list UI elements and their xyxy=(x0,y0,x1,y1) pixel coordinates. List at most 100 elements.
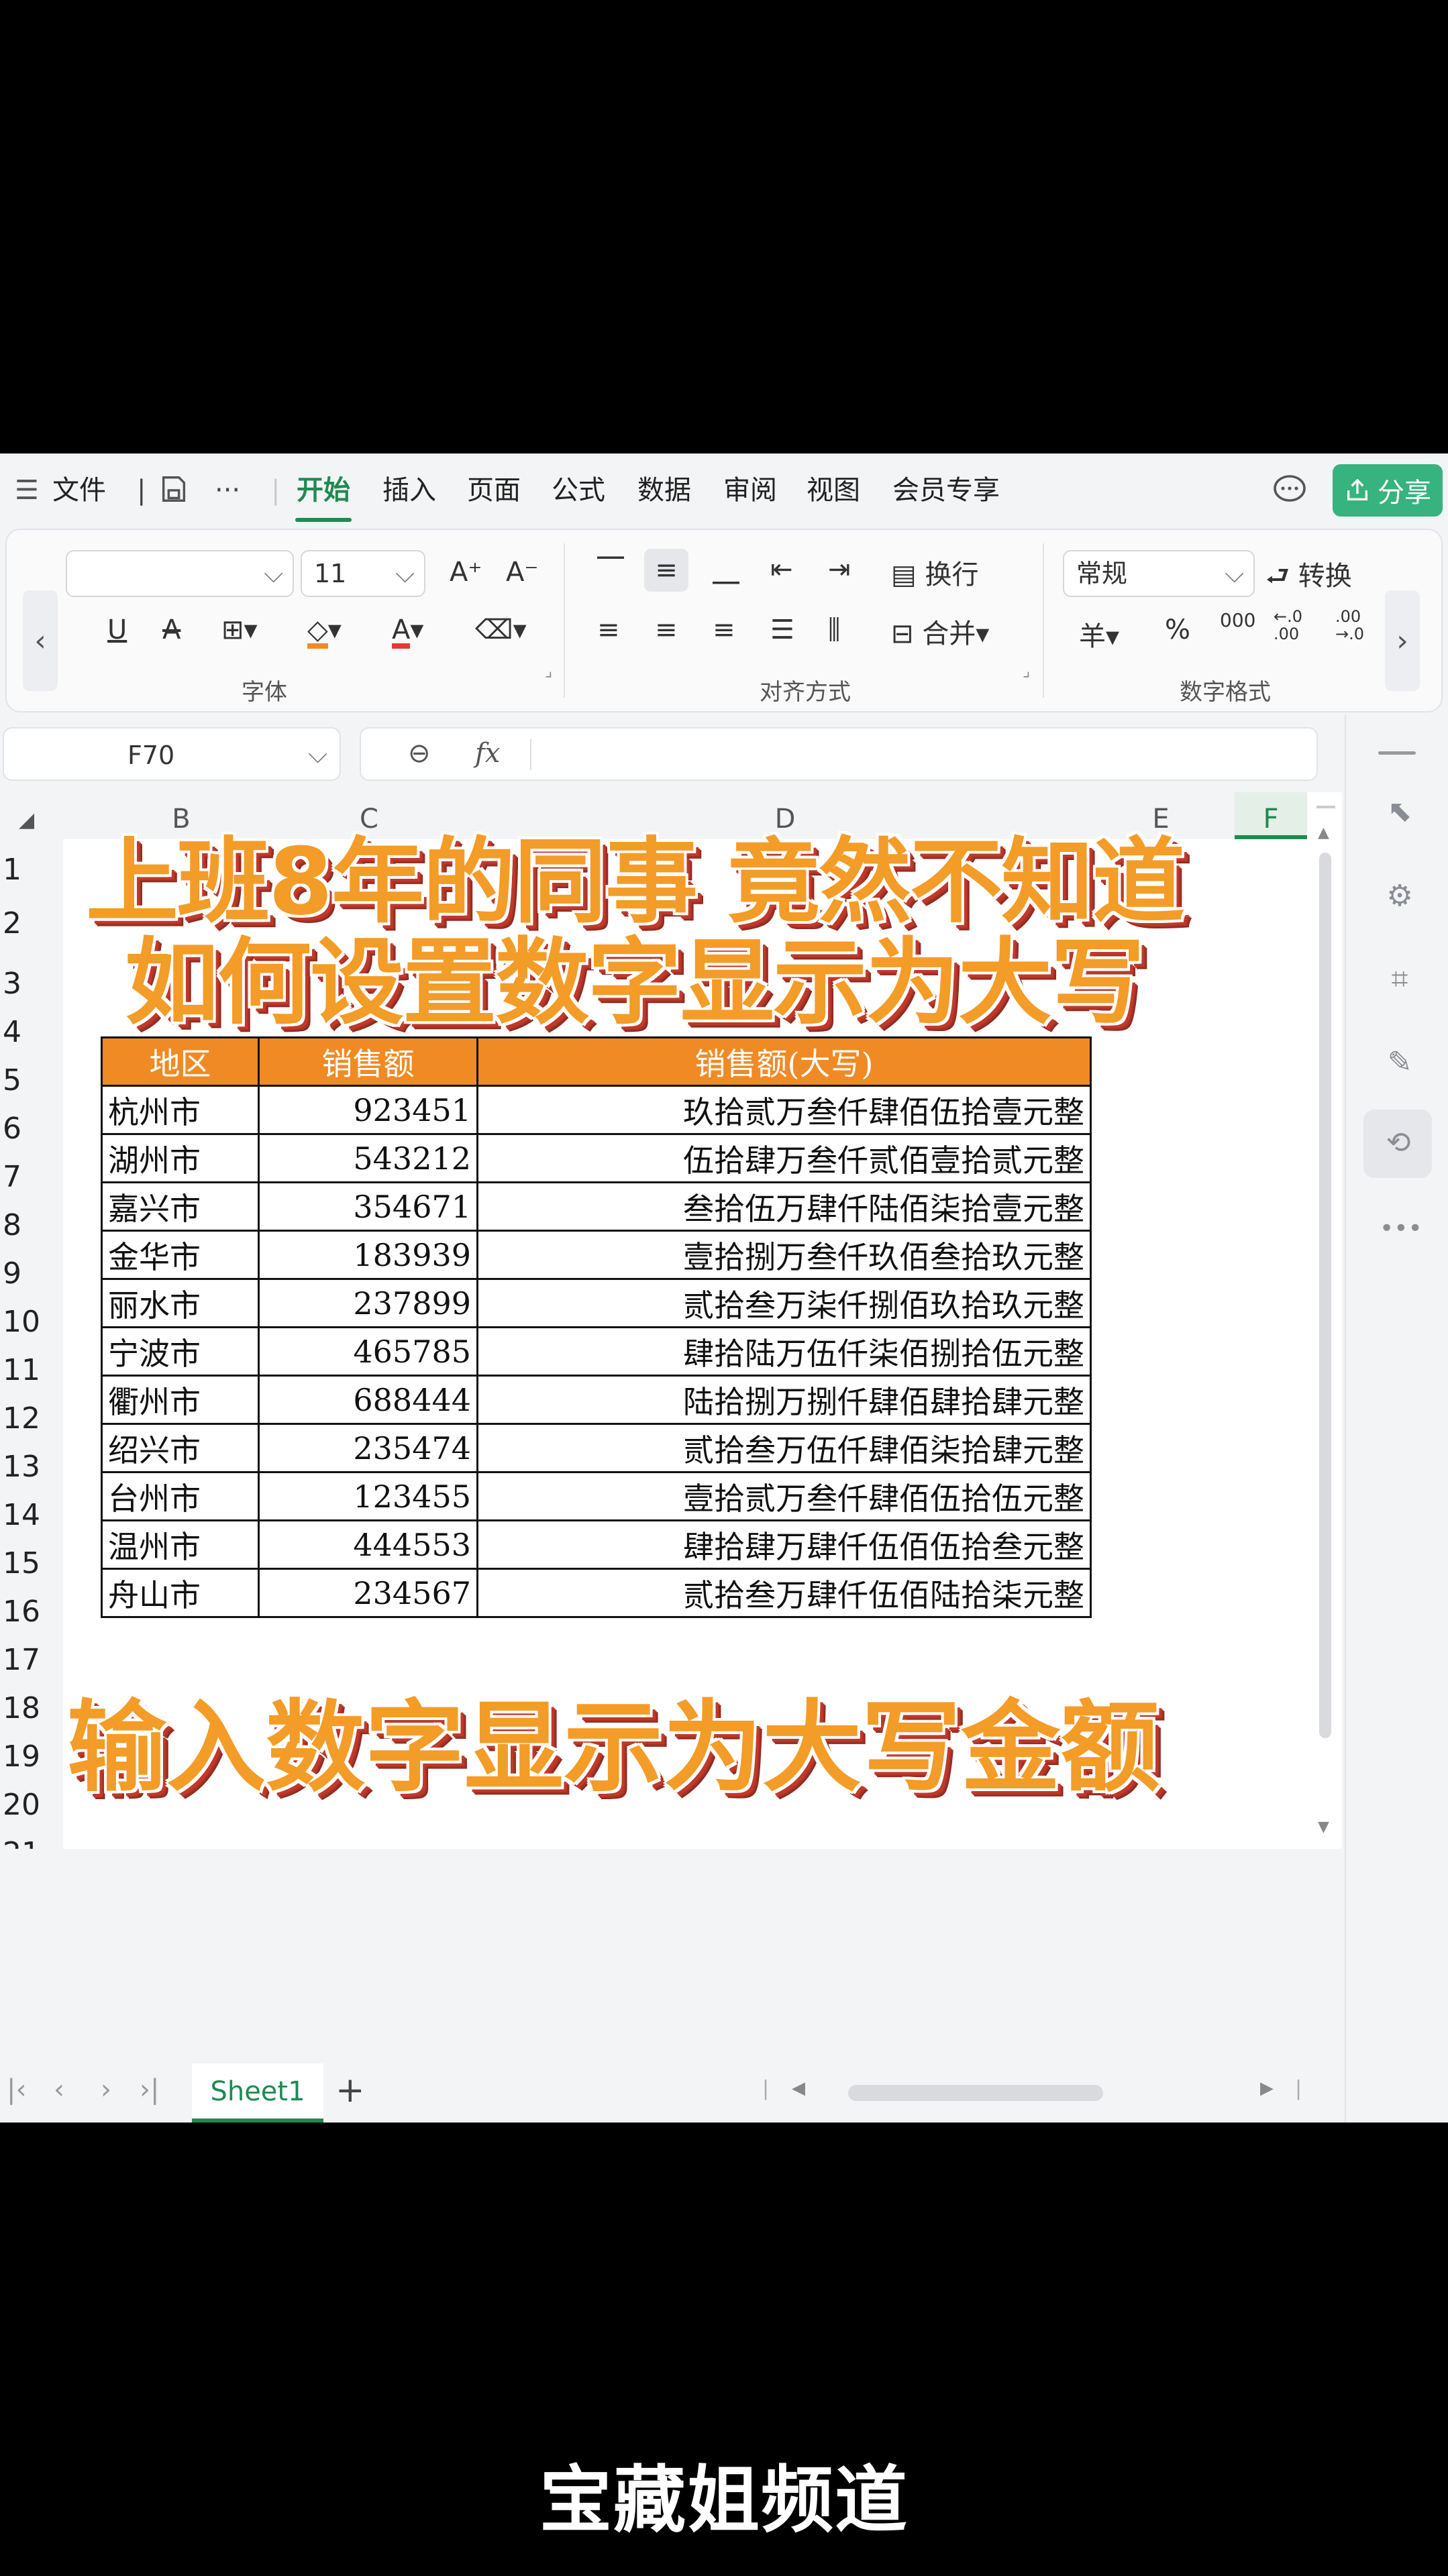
row-number[interactable]: 17 xyxy=(0,1643,63,1677)
sales-cell[interactable]: 123455 xyxy=(258,1471,478,1521)
sales-cell[interactable]: 235474 xyxy=(258,1423,478,1473)
increase-decimal-button[interactable]: ←.0 .00 xyxy=(1274,608,1302,643)
eraser-icon[interactable]: ⌫▾ xyxy=(475,614,527,645)
row-number[interactable]: 5 xyxy=(0,1063,63,1097)
table-header-cell[interactable]: 销售额 xyxy=(258,1036,478,1087)
scroll-up-icon[interactable]: ▲ xyxy=(1318,824,1329,841)
sales-uppercase-cell[interactable]: 贰拾叁万伍仟肆佰柒拾肆元整 xyxy=(476,1423,1092,1473)
sales-cell[interactable]: 688444 xyxy=(258,1375,478,1425)
hscroll-right-icon[interactable]: ▶ xyxy=(1260,2078,1274,2098)
row-number[interactable]: 1 xyxy=(0,853,63,887)
font-color-icon[interactable]: A▾ xyxy=(392,614,423,649)
sliders-icon[interactable]: ⚙ xyxy=(1380,876,1420,916)
currency-button[interactable]: 羊▾ xyxy=(1079,614,1119,653)
row-number[interactable]: 9 xyxy=(0,1256,63,1291)
select-all-icon[interactable]: ◢ xyxy=(19,808,34,832)
region-cell[interactable]: 绍兴市 xyxy=(101,1423,260,1473)
sales-cell[interactable]: 543212 xyxy=(258,1133,478,1183)
crop-icon[interactable]: ⌗ xyxy=(1380,959,1420,1000)
sales-uppercase-cell[interactable]: 伍拾肆万叁仟贰佰壹拾贰元整 xyxy=(476,1133,1092,1183)
region-cell[interactable]: 衢州市 xyxy=(101,1375,260,1425)
scroll-down-icon[interactable]: ▼ xyxy=(1318,1819,1329,1835)
sales-uppercase-cell[interactable]: 叁拾伍万肆仟陆佰柒拾壹元整 xyxy=(476,1181,1092,1232)
formula-bar[interactable]: ⊖ fx xyxy=(360,727,1318,781)
thousands-separator-button[interactable]: 000 xyxy=(1220,609,1255,631)
chart-edit-icon[interactable]: ✎ xyxy=(1380,1042,1420,1083)
sales-uppercase-cell[interactable]: 肆拾肆万肆仟伍佰伍拾叁元整 xyxy=(476,1519,1092,1570)
hscroll-left-icon[interactable]: ◀ xyxy=(792,2078,805,2098)
sales-uppercase-cell[interactable]: 壹拾贰万叁仟肆佰伍拾伍元整 xyxy=(476,1471,1092,1521)
font-size-select[interactable]: 11 ⌵ xyxy=(301,550,425,597)
region-cell[interactable]: 嘉兴市 xyxy=(101,1181,260,1232)
row-number[interactable]: 16 xyxy=(0,1595,63,1629)
hscroll-thumb[interactable] xyxy=(848,2085,1103,2101)
tab-view[interactable]: 视图 xyxy=(807,474,860,507)
add-sheet-icon[interactable]: + xyxy=(335,2070,365,2110)
ribbon-scroll-right-icon[interactable]: › xyxy=(1385,590,1420,691)
convert-button[interactable]: ⮐ 转换 xyxy=(1265,554,1352,602)
row-number[interactable]: 8 xyxy=(0,1208,63,1242)
sales-cell[interactable]: 923451 xyxy=(258,1085,478,1135)
row-number[interactable]: 6 xyxy=(0,1112,63,1146)
font-name-select[interactable]: ⌵ xyxy=(66,550,294,597)
dialog-launcher-icon[interactable]: ⌟ xyxy=(1023,661,1030,680)
border-icon[interactable]: ⊞▾ xyxy=(221,614,258,645)
last-sheet-icon[interactable]: ›| xyxy=(140,2074,159,2105)
sales-cell[interactable]: 354671 xyxy=(258,1181,478,1232)
decrease-font-button[interactable]: A⁻ xyxy=(506,557,538,588)
indent-decrease-icon[interactable]: ⇤ xyxy=(770,554,793,585)
sales-uppercase-cell[interactable]: 肆拾陆万伍仟柒佰捌拾伍元整 xyxy=(476,1326,1092,1377)
number-format-select[interactable]: 常规 ⌵ xyxy=(1063,550,1255,597)
underline-icon[interactable]: U xyxy=(107,614,127,645)
column-header-selected[interactable]: F xyxy=(1235,792,1307,839)
row-number[interactable]: 13 xyxy=(0,1450,63,1484)
scroll-thumb[interactable] xyxy=(1319,853,1331,1738)
row-number[interactable]: 20 xyxy=(0,1788,63,1822)
row-number[interactable]: 12 xyxy=(0,1401,63,1436)
region-cell[interactable]: 金华市 xyxy=(101,1230,260,1280)
row-number[interactable]: 18 xyxy=(0,1691,63,1725)
wrap-text-button[interactable]: ▤ 换行 xyxy=(891,553,979,592)
merge-button[interactable]: ⊟ 合并▾ xyxy=(891,612,989,651)
region-cell[interactable]: 宁波市 xyxy=(101,1326,260,1377)
ribbon-scroll-left-icon[interactable]: ‹ xyxy=(23,590,58,691)
align-top-icon[interactable]: ⎺ xyxy=(597,554,624,585)
sales-uppercase-cell[interactable]: 贰拾叁万柒仟捌佰玖拾玖元整 xyxy=(476,1278,1092,1328)
region-cell[interactable]: 丽水市 xyxy=(101,1278,260,1328)
fx-icon[interactable]: fx xyxy=(475,738,500,769)
panel-collapse-icon[interactable] xyxy=(1378,751,1416,755)
prev-sheet-icon[interactable]: ‹ xyxy=(54,2074,64,2105)
comment-icon[interactable] xyxy=(1272,474,1307,507)
row-number[interactable]: 14 xyxy=(0,1498,63,1532)
align-center-icon[interactable]: ≡ xyxy=(655,614,678,645)
more-icon[interactable]: ··· xyxy=(215,474,240,507)
row-number[interactable]: 3 xyxy=(0,967,63,1001)
sales-uppercase-cell[interactable]: 壹拾捌万叁仟玖佰叁拾玖元整 xyxy=(476,1230,1092,1280)
first-sheet-icon[interactable]: |‹ xyxy=(7,2074,26,2105)
row-number[interactable]: 15 xyxy=(0,1546,63,1580)
tab-insert[interactable]: 插入 xyxy=(382,474,436,507)
row-number[interactable]: 7 xyxy=(0,1160,63,1194)
region-cell[interactable]: 杭州市 xyxy=(101,1085,260,1135)
zoom-search-icon[interactable]: ⊖ xyxy=(408,738,431,769)
region-cell[interactable]: 台州市 xyxy=(101,1471,260,1521)
menu-file[interactable]: 文件 xyxy=(52,474,106,507)
sales-uppercase-cell[interactable]: 陆拾捌万捌仟肆佰肆拾肆元整 xyxy=(476,1375,1092,1425)
align-bottom-icon[interactable]: ⎽ xyxy=(713,554,739,585)
sales-cell[interactable]: 237899 xyxy=(258,1278,478,1328)
sales-cell[interactable]: 465785 xyxy=(258,1326,478,1377)
next-sheet-icon[interactable]: › xyxy=(101,2074,111,2105)
table-header-cell[interactable]: 地区 xyxy=(101,1036,260,1087)
dialog-launcher-icon[interactable]: ⌟ xyxy=(545,661,552,680)
sheet-tab-sheet1[interactable]: Sheet1 xyxy=(192,2063,323,2123)
row-number[interactable]: 19 xyxy=(0,1739,63,1774)
row-number[interactable]: 21 xyxy=(0,1836,63,1849)
sales-cell[interactable]: 183939 xyxy=(258,1230,478,1280)
row-number[interactable]: 10 xyxy=(0,1305,63,1339)
align-middle-icon[interactable]: ≡ xyxy=(644,549,688,592)
distribute-icon[interactable]: ⫼ xyxy=(828,614,840,645)
tab-home[interactable]: 开始 xyxy=(297,474,350,507)
align-left-icon[interactable]: ≡ xyxy=(597,614,620,645)
tab-review[interactable]: 审阅 xyxy=(723,474,777,507)
table-header-cell[interactable]: 销售额(大写) xyxy=(476,1036,1092,1087)
